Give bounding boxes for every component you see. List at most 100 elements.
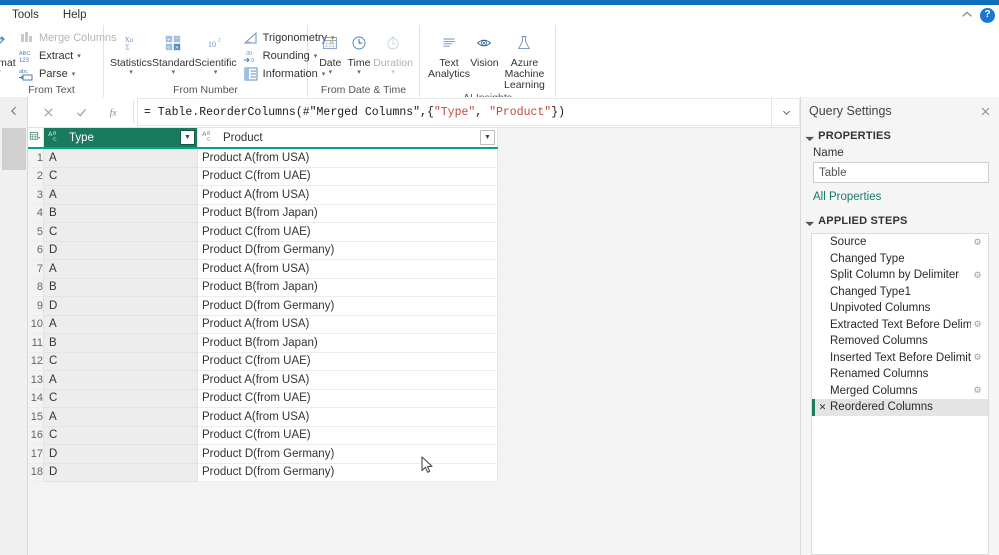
row-number[interactable]: 18 (28, 463, 44, 482)
applied-step-item[interactable]: ✕Inserted Text Before Delimiter⚙ (812, 350, 988, 367)
properties-section-header[interactable]: ◢ PROPERTIES (801, 125, 999, 145)
row-number[interactable]: 7 (28, 259, 44, 279)
table-row[interactable]: 9 D Product D(from Germany) (28, 296, 498, 316)
cell-product[interactable]: Product A(from USA) (197, 407, 498, 427)
filter-dropdown-icon-product[interactable]: ▼ (480, 130, 495, 145)
cell-type[interactable]: C (43, 222, 198, 242)
cell-type[interactable]: D (43, 444, 198, 464)
cell-product[interactable]: Product C(from UAE) (197, 352, 498, 371)
cell-product[interactable]: Product C(from UAE) (197, 167, 498, 186)
table-row[interactable]: 14 C Product C(from UAE) (28, 389, 498, 408)
table-row[interactable]: 16 C Product C(from UAE) (28, 426, 498, 445)
applied-step-item[interactable]: ✕Merged Columns ⚙ (812, 383, 988, 400)
cell-product[interactable]: Product A(from USA) (197, 185, 498, 205)
table-row[interactable]: 4 B Product B(from Japan) (28, 204, 498, 223)
cell-type[interactable]: B (43, 278, 198, 297)
table-row[interactable]: 8 B Product B(from Japan) (28, 278, 498, 297)
row-number[interactable]: 8 (28, 278, 44, 297)
table-row[interactable]: 12 C Product C(from UAE) (28, 352, 498, 371)
fx-function-icon[interactable]: fx (98, 99, 131, 125)
cell-type[interactable]: C (43, 389, 198, 408)
all-properties-link[interactable]: All Properties (801, 183, 999, 205)
caret-down-icon[interactable]: ▾ (72, 70, 76, 78)
chevron-left-icon[interactable] (8, 105, 20, 120)
close-icon[interactable] (978, 104, 992, 118)
help-question-icon[interactable]: ? (980, 7, 995, 23)
ribbon-button-statistics[interactable]: Χσ Σ Statistics ▾ (110, 28, 152, 76)
table-row[interactable]: 13 A Product A(from USA) (28, 370, 498, 390)
select-all-table-icon[interactable] (28, 128, 44, 149)
ribbon-button-scientific[interactable]: 10 2 Scientific ▾ (195, 28, 237, 76)
table-row[interactable]: 2 C Product C(from UAE) (28, 167, 498, 186)
ribbon-button-duration[interactable]: Duration ▾ (373, 28, 413, 76)
table-row[interactable]: 17 D Product D(from Germany) (28, 444, 498, 464)
cell-type[interactable]: A (43, 259, 198, 279)
cell-product[interactable]: Product C(from UAE) (197, 222, 498, 242)
row-number[interactable]: 14 (28, 389, 44, 408)
formula-cancel-button[interactable] (32, 99, 65, 125)
applied-step-item[interactable]: ✕Split Column by Delimiter ⚙ (812, 267, 988, 284)
caret-down-icon[interactable]: ▾ (357, 69, 361, 76)
ribbon-button-format[interactable]: aC Format ▾ (0, 28, 16, 76)
caret-down-icon[interactable]: ▾ (172, 69, 176, 76)
applied-step-item[interactable]: ✕Removed Columns (812, 333, 988, 350)
row-number[interactable]: 17 (28, 444, 44, 464)
menu-help[interactable]: Help (51, 5, 99, 25)
row-number[interactable]: 4 (28, 204, 44, 223)
chevron-up-icon[interactable] (960, 8, 974, 22)
menu-tools[interactable]: Tools (0, 5, 51, 25)
filter-dropdown-icon-type[interactable]: ▼ (180, 130, 195, 145)
gear-icon[interactable]: ⚙ (971, 351, 984, 364)
cell-product[interactable]: Product D(from Germany) (197, 444, 498, 464)
row-number[interactable]: 1 (28, 148, 44, 168)
caret-down-icon[interactable]: ▾ (77, 52, 81, 60)
cell-type[interactable]: A (43, 370, 198, 390)
cell-type[interactable]: A (43, 185, 198, 205)
cell-product[interactable]: Product A(from USA) (197, 148, 498, 168)
cell-product[interactable]: Product D(from Germany) (197, 296, 498, 316)
cell-type[interactable]: D (43, 296, 198, 316)
caret-down-icon[interactable]: ▾ (0, 69, 1, 76)
delete-step-x-icon[interactable]: ✕ (815, 402, 830, 413)
row-number[interactable]: 2 (28, 167, 44, 186)
ribbon-button-vision[interactable]: Vision (469, 28, 500, 69)
row-number[interactable]: 5 (28, 222, 44, 242)
row-number[interactable]: 16 (28, 426, 44, 445)
formula-commit-button[interactable] (65, 99, 98, 125)
row-number[interactable]: 9 (28, 296, 44, 316)
row-number[interactable]: 13 (28, 370, 44, 390)
column-header-type[interactable]: ABC Type ▼ (43, 128, 198, 149)
cell-product[interactable]: Product A(from USA) (197, 370, 498, 390)
applied-steps-section-header[interactable]: ◢ APPLIED STEPS (801, 205, 999, 230)
queries-pane-label-block[interactable] (1, 128, 26, 170)
cell-type[interactable]: A (43, 315, 198, 334)
table-row[interactable]: 11 B Product B(from Japan) (28, 333, 498, 353)
cell-type[interactable]: C (43, 426, 198, 445)
cell-type[interactable]: C (43, 167, 198, 186)
data-preview-grid[interactable]: ABC Type ▼ ABC Product ▼ 1 A Product A(f… (28, 128, 800, 555)
applied-step-item[interactable]: ✕ Reordered Columns (812, 399, 988, 416)
column-header-product[interactable]: ABC Product ▼ (197, 128, 498, 149)
cell-type[interactable]: A (43, 407, 198, 427)
table-row[interactable]: 18 D Product D(from Germany) (28, 463, 498, 482)
gear-icon[interactable]: ⚙ (971, 384, 984, 397)
row-number[interactable]: 12 (28, 352, 44, 371)
gear-icon[interactable]: ⚙ (971, 318, 984, 331)
cell-product[interactable]: Product B(from Japan) (197, 278, 498, 297)
table-row[interactable]: 5 C Product C(from UAE) (28, 222, 498, 242)
applied-step-item[interactable]: ✕Renamed Columns (812, 366, 988, 383)
table-row[interactable]: 3 A Product A(from USA) (28, 185, 498, 205)
caret-down-icon[interactable]: ▾ (391, 69, 395, 76)
applied-step-item[interactable]: ✕Changed Type (812, 251, 988, 268)
applied-step-item[interactable]: ✕Source ⚙ (812, 234, 988, 251)
ribbon-button-time[interactable]: Time ▾ (345, 28, 374, 76)
table-row[interactable]: 10 A Product A(from USA) (28, 315, 498, 334)
table-row[interactable]: 6 D Product D(from Germany) (28, 241, 498, 260)
cell-product[interactable]: Product D(from Germany) (197, 241, 498, 260)
cell-product[interactable]: Product D(from Germany) (197, 463, 498, 482)
ribbon-button-azure-machine-learning[interactable]: Azure Machine Learning (500, 28, 549, 91)
cell-type[interactable]: C (43, 352, 198, 371)
row-number[interactable]: 11 (28, 333, 44, 353)
applied-step-item[interactable]: ✕Extracted Text Before Delimiter⚙ (812, 317, 988, 334)
table-row[interactable]: 7 A Product A(from USA) (28, 259, 498, 279)
